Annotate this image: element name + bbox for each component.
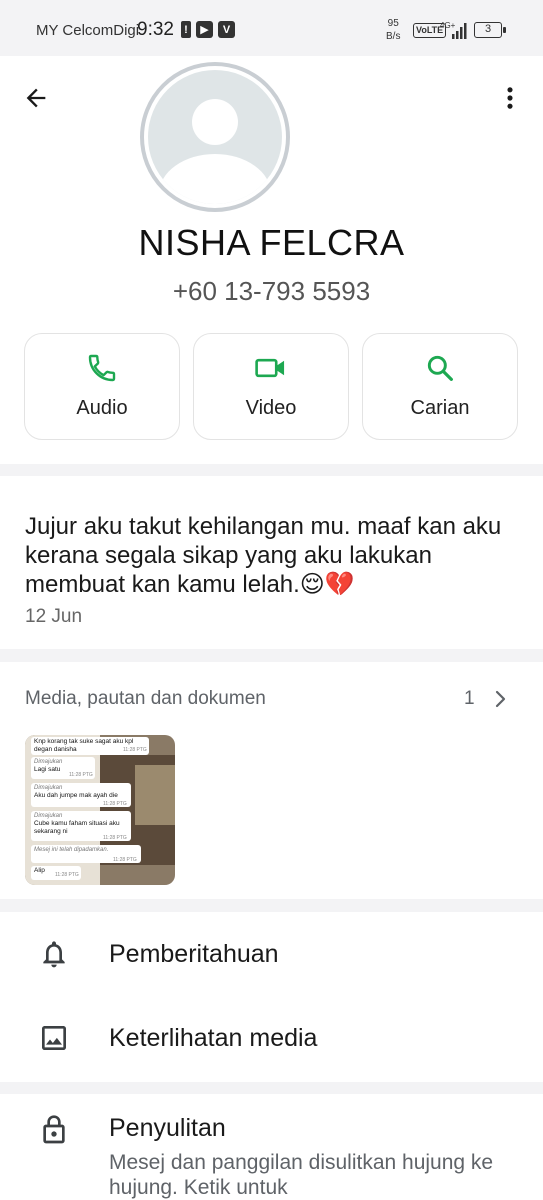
network-speed: 95 B/s [386,17,400,43]
thumb-message-text: Alip [34,867,45,874]
phone-icon [88,354,116,382]
media-visibility-label: Keterlihatan media [109,1024,318,1052]
image-icon [42,1026,66,1050]
clock: 9:32 [137,19,174,40]
video-call-button[interactable]: Video [193,333,349,440]
media-thumbnail[interactable]: Knp korang tak suke sagat aku kpl degan … [25,735,175,885]
network-type-label: 4G+ [440,21,456,30]
contact-phone: +60 13-793 5593 [172,276,371,306]
search-icon [427,355,453,381]
lock-icon [43,1115,65,1144]
default-avatar-icon [148,70,282,204]
signal-icon: 4G+ [440,21,467,39]
media-visibility-row[interactable]: Keterlihatan media [0,996,543,1080]
audio-label: Audio [76,397,128,419]
thumb-message-time: 11:28 PTG [113,857,137,863]
about-date: 12 Jun [25,606,83,627]
thumb-message-time: 11:28 PTG [103,801,127,807]
vpn-app-icon: V [218,21,235,38]
video-icon [255,358,285,378]
notifications-label: Pemberitahuan [109,940,279,968]
thumb-message-text: Mesej ini telah dipadamkan. [34,847,109,853]
video-label: Video [245,397,297,419]
media-section-title[interactable]: Media, pautan dan dokumen [25,688,266,710]
notification-icons: ! ▶ V [181,21,235,38]
thumb-message-time: 11:28 PTG [55,872,79,878]
chevron-right-icon[interactable] [490,685,512,713]
thumb-message-text: Knp korang tak suke sagat aku kpl degan … [34,738,134,753]
contact-avatar[interactable] [140,62,290,212]
thumb-message-time: 11:28 PTG [69,772,93,778]
back-button[interactable] [18,80,54,116]
thumb-message-time: 11:28 PTG [103,835,127,841]
encryption-title: Penyulitan [109,1114,226,1142]
search-label: Carian [410,397,470,419]
bell-icon [43,941,65,968]
thumbnail-background [135,765,175,825]
more-options-button[interactable] [492,80,528,116]
thumb-forwarded-label: Dimajukan [34,813,63,819]
network-speed-value: 95 [387,18,399,29]
thumb-message-time: 11:28 PTG [123,747,147,753]
thumb-forwarded-label: Dimajukan [34,759,63,765]
network-speed-unit: B/s [386,31,401,42]
app-notification-icon: ▶ [196,21,213,38]
battery-icon: 3 [474,22,506,38]
thumb-forwarded-label: Dimajukan [34,785,63,791]
thumb-message-text: Cube kamu faham situasi aku sekarang ni [34,820,120,835]
search-button[interactable]: Carian [362,333,518,440]
media-count: 1 [464,688,475,709]
about-text: Jujur aku takut kehilangan mu. maaf kan … [25,513,502,598]
encryption-subtitle: Mesej dan panggilan disulitkan hujung ke… [109,1151,494,1199]
alert-icon: ! [181,21,191,38]
status-bar: MY CelcomDigi 9:32 ! ▶ V 95 B/s VoLTE 4G… [0,0,543,56]
contact-name: NISHA FELCRA [138,222,405,263]
thumb-message-text: Aku dah jumpe mak ayah die [34,792,118,799]
audio-call-button[interactable]: Audio [24,333,180,440]
carrier-label: MY CelcomDigi [36,22,140,39]
more-vert-icon [507,87,513,109]
back-arrow-icon [26,88,46,108]
notifications-row[interactable]: Pemberitahuan [0,912,543,996]
